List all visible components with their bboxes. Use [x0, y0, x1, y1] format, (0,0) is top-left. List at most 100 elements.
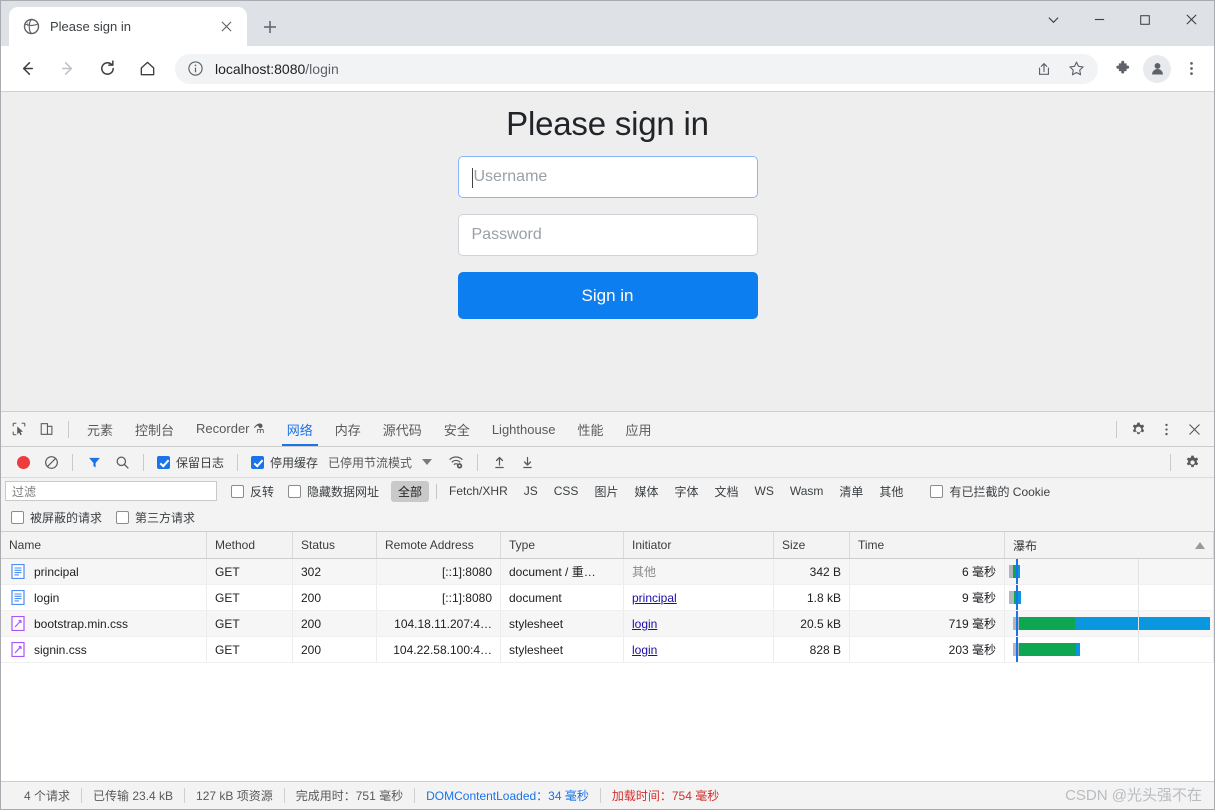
cell-method: GET: [207, 637, 293, 662]
cell-name[interactable]: signin.css: [1, 637, 207, 662]
tab-performance[interactable]: 性能: [566, 412, 614, 446]
document-icon: [11, 589, 25, 606]
tab-application[interactable]: 应用: [614, 412, 662, 446]
profile-avatar[interactable]: [1143, 54, 1171, 83]
reload-button[interactable]: [90, 52, 124, 86]
new-tab-button[interactable]: [255, 12, 285, 42]
window-minimize-button[interactable]: [1076, 1, 1122, 38]
forward-button[interactable]: [50, 52, 84, 86]
preserve-log-checkbox[interactable]: 保留日志: [157, 454, 224, 471]
cell-size: 1.8 kB: [774, 585, 850, 610]
tab-recorder[interactable]: Recorder ⚗: [185, 412, 276, 446]
network-settings-gear-icon[interactable]: [1178, 449, 1206, 475]
column-header-size[interactable]: Size: [774, 532, 850, 558]
tab-memory[interactable]: 内存: [324, 412, 372, 446]
column-header-time[interactable]: Time: [850, 532, 1005, 558]
waterfall-gridline: [1138, 637, 1139, 662]
share-icon[interactable]: [1030, 55, 1058, 83]
invert-checkbox[interactable]: 反转: [231, 483, 274, 500]
tab-sources[interactable]: 源代码: [372, 412, 433, 446]
column-header-status[interactable]: Status: [293, 532, 377, 558]
back-button[interactable]: [10, 52, 44, 86]
table-row[interactable]: bootstrap.min.css GET 200 104.18.11.207:…: [1, 611, 1214, 637]
address-bar[interactable]: localhost:8080/login: [175, 53, 1098, 84]
window-expand-button[interactable]: [1030, 1, 1076, 38]
type-filter-font[interactable]: 字体: [667, 481, 705, 502]
type-filter-css[interactable]: CSS: [547, 482, 586, 500]
hide-data-urls-checkbox[interactable]: 隐藏数据网址: [288, 483, 379, 500]
export-har-icon[interactable]: [513, 449, 541, 475]
column-header-name[interactable]: Name: [1, 532, 207, 558]
password-input[interactable]: Password: [457, 214, 758, 256]
type-filter-wasm[interactable]: Wasm: [783, 482, 831, 500]
cell-initiator[interactable]: login: [624, 637, 774, 662]
cell-initiator[interactable]: principal: [624, 585, 774, 610]
type-filter-all[interactable]: 全部: [391, 480, 430, 502]
cell-initiator-link[interactable]: login: [632, 643, 657, 657]
device-toolbar-icon[interactable]: [33, 416, 61, 442]
network-conditions-icon[interactable]: [442, 449, 470, 475]
cell-name[interactable]: bootstrap.min.css: [1, 611, 207, 636]
preserve-log-box: [157, 455, 170, 469]
import-har-icon[interactable]: [485, 449, 513, 475]
username-placeholder: Username: [473, 168, 548, 185]
tab-close-icon[interactable]: [215, 16, 237, 38]
status-finish: 完成用时：751 毫秒: [295, 789, 404, 803]
type-filter-divider: [436, 483, 438, 499]
type-filter-doc[interactable]: 文档: [707, 481, 745, 502]
record-button[interactable]: [9, 449, 37, 475]
browser-tab[interactable]: Please sign in: [9, 7, 247, 46]
type-filter-ws[interactable]: WS: [748, 482, 781, 500]
cell-name[interactable]: principal: [1, 559, 207, 584]
chevron-down-icon[interactable]: [422, 459, 433, 465]
cell-initiator-link[interactable]: login: [632, 617, 657, 631]
tab-console[interactable]: 控制台: [124, 412, 185, 446]
column-header-initiator[interactable]: Initiator: [624, 532, 774, 558]
tab-network[interactable]: 网络: [276, 412, 324, 446]
blocked-cookies-checkbox[interactable]: 有已拦截的 Cookie: [930, 483, 1050, 500]
column-header-type[interactable]: Type: [501, 532, 624, 558]
table-row[interactable]: login GET 200 [::1]:8080 document princi…: [1, 585, 1214, 611]
tab-lighthouse[interactable]: Lighthouse: [481, 412, 567, 446]
tab-title: Please sign in: [50, 19, 131, 34]
inspect-element-icon[interactable]: [5, 416, 33, 442]
table-row[interactable]: principal GET 302 [::1]:8080 document / …: [1, 559, 1214, 585]
type-filter-fetch-xhr[interactable]: Fetch/XHR: [442, 482, 515, 500]
tab-elements[interactable]: 元素: [76, 412, 124, 446]
info-circle-icon[interactable]: [187, 60, 205, 78]
devtools-close-icon[interactable]: [1180, 416, 1208, 442]
settings-gear-icon[interactable]: [1124, 416, 1152, 442]
blocked-requests-checkbox[interactable]: 被屏蔽的请求: [11, 509, 102, 526]
waterfall-ttfb-segment: [1076, 643, 1080, 656]
bookmark-star-icon[interactable]: [1062, 55, 1090, 83]
cell-name[interactable]: login: [1, 585, 207, 610]
filter-icon[interactable]: [80, 449, 108, 475]
type-filter-media[interactable]: 媒体: [627, 481, 665, 502]
cell-initiator[interactable]: login: [624, 611, 774, 636]
disable-cache-checkbox[interactable]: 停用缓存: [251, 454, 318, 471]
type-filter-other[interactable]: 其他: [872, 481, 910, 502]
type-filter-img[interactable]: 图片: [587, 481, 625, 502]
waterfall-dcl-marker: [1016, 585, 1018, 610]
table-row[interactable]: signin.css GET 200 104.22.58.100:4… styl…: [1, 637, 1214, 663]
chrome-menu-icon[interactable]: [1176, 54, 1206, 84]
filter-input[interactable]: 过滤: [5, 481, 217, 501]
search-icon[interactable]: [108, 449, 136, 475]
devtools-more-icon[interactable]: [1152, 416, 1180, 442]
window-close-button[interactable]: [1168, 1, 1214, 38]
cell-initiator-link[interactable]: principal: [632, 591, 677, 605]
username-input[interactable]: Username: [457, 156, 758, 198]
throttling-select-label[interactable]: 已停用节流模式: [328, 454, 412, 471]
sign-in-button[interactable]: Sign in: [457, 272, 758, 319]
type-filter-js[interactable]: JS: [517, 482, 545, 500]
extensions-puzzle-icon[interactable]: [1108, 54, 1138, 84]
third-party-checkbox[interactable]: 第三方请求: [116, 509, 195, 526]
column-header-remote-address[interactable]: Remote Address: [377, 532, 501, 558]
column-header-waterfall[interactable]: 瀑布: [1005, 532, 1214, 558]
clear-button[interactable]: [37, 449, 65, 475]
tab-security[interactable]: 安全: [433, 412, 481, 446]
type-filter-manifest[interactable]: 清单: [832, 481, 870, 502]
column-header-method[interactable]: Method: [207, 532, 293, 558]
window-maximize-button[interactable]: [1122, 1, 1168, 38]
home-button[interactable]: [130, 52, 164, 86]
